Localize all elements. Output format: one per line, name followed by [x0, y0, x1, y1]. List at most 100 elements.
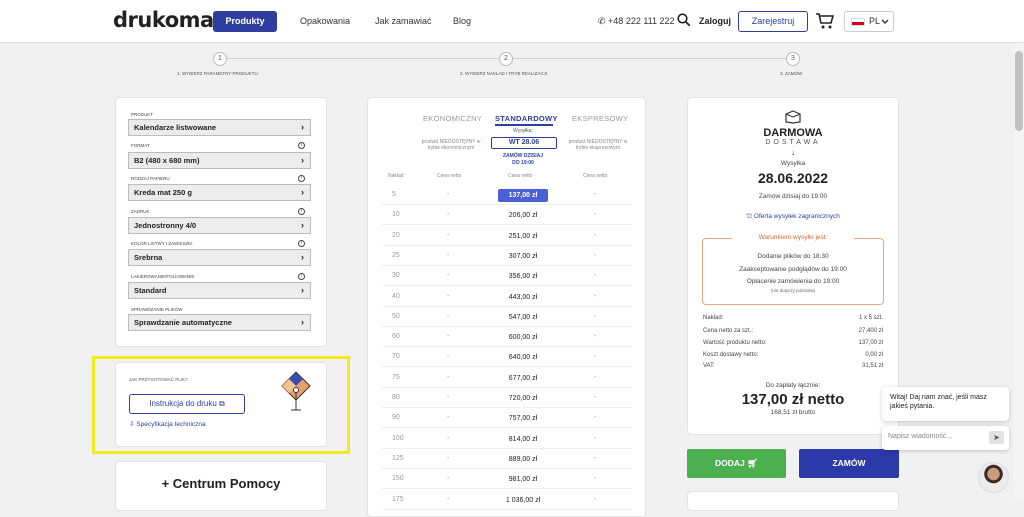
row-std-price[interactable]: 206,00 zł: [498, 209, 548, 222]
row-value: 137,00 zł: [858, 340, 883, 346]
chevron-down-icon: [881, 19, 889, 24]
table-row[interactable]: 75 - 677,00 zł -: [382, 368, 632, 388]
table-row[interactable]: 25 - 307,00 zł -: [382, 246, 632, 266]
nav-opakowania-link[interactable]: Opakowania: [300, 16, 350, 26]
total-brutto: 168,51 zł brutto: [770, 409, 816, 416]
condition-note: (nie dotyczy pobrania): [770, 288, 816, 293]
send-icon[interactable]: ➤: [989, 431, 1004, 444]
table-row[interactable]: 80 - 720,00 zł -: [382, 388, 632, 408]
nav-produkty-button[interactable]: Produkty: [213, 11, 277, 32]
row-std-price[interactable]: 677,00 zł: [498, 372, 548, 385]
poland-flag-icon: [851, 18, 865, 26]
foreign-shipping-link[interactable]: ⛫ Oferta wysyłek zagranicznych: [687, 212, 899, 221]
row-qty: 10: [392, 211, 400, 219]
col-eco-netto: Cena netto: [437, 173, 462, 179]
row-std-price[interactable]: 889,00 zł: [498, 453, 548, 466]
info-icon[interactable]: i: [298, 208, 305, 215]
table-row[interactable]: 100 - 814,00 zł -: [382, 429, 632, 449]
col-naklad: Nakład: [388, 173, 404, 179]
row-eco-price: -: [447, 292, 450, 300]
table-row[interactable]: 10 - 206,00 zł -: [382, 205, 632, 226]
row-exp-price: -: [594, 414, 597, 422]
tab-ekspresowy[interactable]: Ekspresowy: [572, 114, 628, 123]
std-wysylka-label: Wysyłka:: [513, 128, 533, 134]
row-std-price[interactable]: 443,00 zł: [498, 291, 548, 304]
total-netto: 137,00 zł netto: [741, 391, 845, 408]
std-until: DO 19:00: [512, 160, 534, 166]
to-pay-label: Do zapłaty łącznie:: [765, 382, 821, 389]
table-row[interactable]: 20 - 251,00 zł -: [382, 226, 632, 246]
select-zadruk[interactable]: Jednostronny 4/0 ›: [128, 217, 311, 234]
scrollbar-thumb[interactable]: [1015, 51, 1023, 131]
foreign-label: Oferta wysyłek zagranicznych: [753, 213, 840, 220]
row-qty: 25: [392, 251, 400, 259]
row-std-price[interactable]: 600,00 zł: [498, 331, 548, 344]
chat-input[interactable]: Napisz wiadomość... ➤: [882, 426, 1009, 450]
row-std-price[interactable]: 251,00 zł: [498, 230, 548, 243]
row-std-price[interactable]: 981,00 zł: [498, 473, 548, 486]
row-std-price[interactable]: 547,00 zł: [498, 311, 548, 324]
table-row[interactable]: 150 - 981,00 zł -: [382, 469, 632, 490]
row-eco-price: -: [447, 353, 450, 361]
row-qty: 40: [392, 292, 400, 300]
row-eco-price: -: [447, 414, 450, 422]
summary-wysylka-label: Wysyłka: [780, 160, 806, 167]
table-row[interactable]: 175 - 1 036,00 zł -: [382, 490, 632, 510]
info-icon[interactable]: i: [298, 175, 305, 182]
select-format[interactable]: B2 (480 x 680 mm) ›: [128, 152, 311, 169]
table-row[interactable]: 5 - 137,00 zł -: [382, 185, 632, 205]
info-icon[interactable]: i: [298, 142, 305, 149]
row-value: 31,51 zł: [861, 363, 883, 369]
row-qty: 70: [392, 353, 400, 361]
instrukcja-button[interactable]: Instrukcja do druku ⧉: [129, 394, 245, 414]
cart-icon[interactable]: [815, 11, 835, 31]
select-produkt[interactable]: Kalendarze listwowane ›: [128, 119, 311, 136]
nav-jak-zamawiac-link[interactable]: Jak zamawiać: [375, 16, 432, 26]
table-row[interactable]: 90 - 757,00 zł -: [382, 408, 632, 429]
row-std-price[interactable]: 757,00 zł: [498, 412, 548, 425]
row-exp-price: -: [594, 495, 597, 503]
summary-date: 28.06.2022: [757, 170, 829, 186]
add-to-cart-button[interactable]: DODAJ 🛒︎: [687, 449, 786, 478]
row-std-price[interactable]: 307,00 zł: [498, 250, 548, 263]
register-button[interactable]: Zarejestruj: [738, 11, 808, 32]
select-pliki[interactable]: Sprawdzanie automatyczne ›: [128, 314, 311, 331]
row-std-price[interactable]: 640,00 zł: [498, 351, 548, 364]
chat-avatar[interactable]: [978, 462, 1009, 493]
summary-row-product-value: Wartość produktu netto: 137,00 zł: [703, 340, 883, 346]
info-icon[interactable]: i: [298, 273, 305, 280]
step-1-circle: 1: [213, 52, 227, 66]
select-papier[interactable]: Kreda mat 250 g ›: [128, 184, 311, 201]
external-link-icon: ⧉: [219, 399, 225, 408]
select-listwa[interactable]: Srebrna ›: [128, 249, 311, 266]
row-eco-price: -: [447, 272, 450, 280]
spec-link[interactable]: ⇩ Specyfikacja techniczna: [129, 420, 206, 428]
table-row[interactable]: 70 - 640,00 zł -: [382, 347, 632, 368]
row-std-price[interactable]: 720,00 zł: [498, 392, 548, 405]
select-value: Kalendarze listwowane: [134, 123, 217, 132]
row-label: Wartość produktu netto:: [703, 340, 767, 346]
login-link[interactable]: Zaloguj: [699, 16, 731, 26]
tab-standardowy[interactable]: Standardowy: [495, 114, 558, 123]
row-std-price[interactable]: 356,00 zł: [498, 270, 548, 283]
info-icon[interactable]: i: [298, 240, 305, 247]
tab-ekonomiczny[interactable]: Ekonomiczny: [423, 114, 482, 123]
nav-blog-link[interactable]: Blog: [453, 16, 471, 26]
row-std-price[interactable]: 814,00 zł: [498, 433, 548, 446]
chat-welcome-bubble: Witaj! Daj nam znać, jeśli masz jakieś p…: [882, 387, 1009, 421]
row-label: VAT:: [703, 363, 715, 369]
phone-link[interactable]: ✆ +48 222 111 222: [598, 16, 675, 27]
step-1-label: 1. Wybierz parametry produktu: [177, 71, 258, 76]
row-eco-price: -: [447, 312, 450, 320]
language-select[interactable]: PL: [844, 11, 894, 32]
row-std-price[interactable]: 137,00 zł: [498, 189, 548, 202]
order-button[interactable]: ZAMÓW: [799, 449, 899, 478]
table-row[interactable]: 30 - 356,00 zł -: [382, 266, 632, 287]
table-row[interactable]: 50 - 547,00 zł -: [382, 307, 632, 327]
select-lakier[interactable]: Standard ›: [128, 282, 311, 299]
table-row[interactable]: 40 - 443,00 zł -: [382, 287, 632, 307]
table-row[interactable]: 60 - 600,00 zł -: [382, 327, 632, 348]
table-row[interactable]: 125 - 889,00 zł -: [382, 449, 632, 469]
row-std-price[interactable]: 1 036,00 zł: [498, 494, 548, 507]
search-icon[interactable]: [677, 13, 691, 27]
